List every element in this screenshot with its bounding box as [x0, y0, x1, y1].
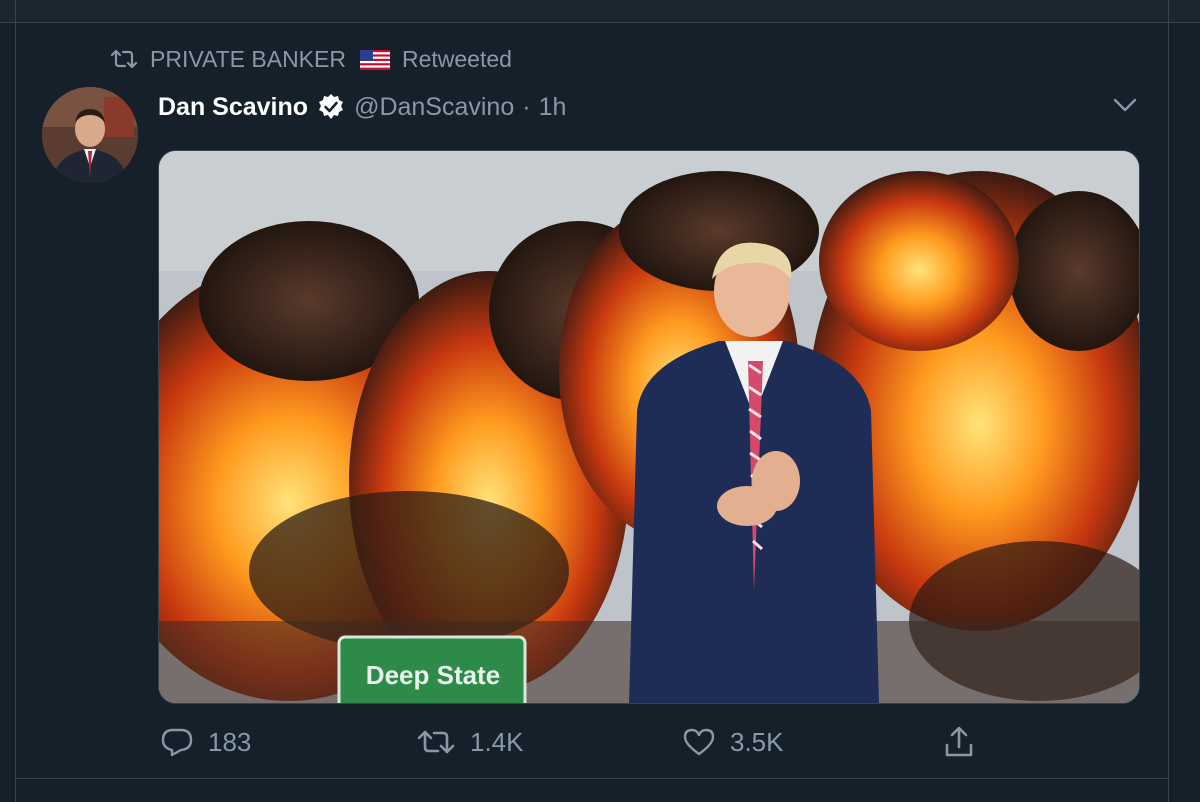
timeline-left-border	[15, 0, 16, 802]
retweeter-name[interactable]: PRIVATE BANKER	[150, 46, 346, 73]
tweet-header: Dan Scavino @DanScavino · 1h	[158, 88, 566, 126]
display-name[interactable]: Dan Scavino	[158, 93, 308, 122]
like-button[interactable]: 3.5K	[682, 720, 784, 764]
tweet-actions: 183 1.4K 3.5K	[0, 720, 1200, 764]
chevron-down-icon	[1113, 98, 1137, 117]
share-icon	[942, 725, 976, 759]
separator-dot: ·	[522, 92, 531, 121]
more-options-button[interactable]	[1110, 92, 1140, 122]
timeline-right-border	[1168, 0, 1169, 802]
reply-button[interactable]: 183	[160, 720, 251, 764]
top-frame-bar	[0, 0, 1200, 23]
road-sign-label: Deep State	[365, 660, 501, 690]
us-flag-icon	[359, 49, 390, 70]
retweet-context[interactable]: PRIVATE BANKER Retweeted	[110, 44, 512, 74]
retweeted-label: Retweeted	[401, 45, 512, 72]
retweet-count: 1.4K	[470, 726, 524, 757]
like-count: 3.5K	[730, 726, 784, 757]
heart-icon	[682, 727, 716, 757]
retweet-icon	[416, 728, 456, 756]
share-button[interactable]	[942, 720, 976, 764]
reply-count: 183	[208, 726, 252, 757]
retweet-button[interactable]: 1.4K	[416, 720, 524, 764]
retweet-icon	[110, 48, 138, 70]
reply-icon	[160, 727, 194, 757]
verified-badge-icon	[316, 92, 346, 122]
tweet-media-image[interactable]: Deep State	[158, 150, 1140, 704]
timestamp[interactable]: 1h	[539, 93, 567, 122]
handle[interactable]: @DanScavino	[354, 93, 514, 122]
avatar[interactable]	[42, 87, 138, 183]
tweet-divider	[15, 778, 1169, 779]
